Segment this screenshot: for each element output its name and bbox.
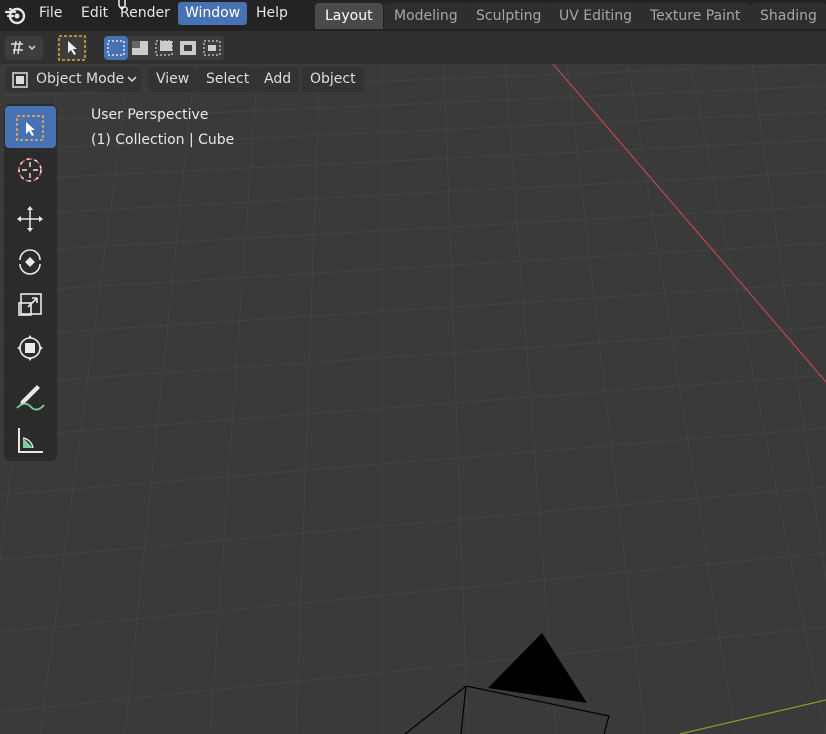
menu-window[interactable]: Window [178,2,248,25]
select-box-tool[interactable] [5,106,56,148]
move-icon [17,206,43,232]
annotate-icon [16,385,45,411]
tab-sculpting[interactable]: Sculpting [466,3,552,29]
selection-mode-icons [104,36,221,60]
measure-tool[interactable] [5,418,56,460]
editor-header-bar [0,31,826,64]
transform-tool[interactable] [5,326,56,368]
cursor-tool[interactable] [5,148,56,190]
tool-shelf [4,104,57,461]
camera-object[interactable] [404,633,610,734]
select-cursor-icon [58,35,86,61]
menu-file[interactable]: File [32,2,69,25]
annotate-tool[interactable] [5,375,56,417]
object-mode-dropdown[interactable]: Object Mode [6,67,141,92]
editor-type-selector[interactable] [5,36,43,60]
add-menu[interactable]: Add [256,67,300,92]
x-axis-line [552,64,826,383]
3d-cursor-icon [18,158,42,182]
y-axis-line [679,699,826,734]
selection-mode-group [104,36,224,60]
scale-tool[interactable] [5,283,56,325]
menu-edit[interactable]: Edit [74,2,115,25]
viewport-collection-label: (1) Collection | Cube [91,132,235,148]
scale-icon [18,293,42,316]
3d-viewport[interactable] [0,64,826,734]
transform-icon [17,335,43,361]
viewport-grid [0,64,826,734]
object-mode-icon [12,72,28,88]
tab-layout[interactable]: Layout [315,3,383,29]
move-tool[interactable] [5,197,56,239]
viewport-perspective-label: User Perspective [91,107,209,123]
rotate-icon [19,249,41,275]
blender-logo-icon[interactable] [4,4,28,26]
tab-uv-editing[interactable]: UV Editing [549,3,643,29]
tab-shading[interactable]: Shading [750,3,826,29]
tool-mode-button[interactable] [57,35,87,61]
select-box-icon [16,115,44,141]
tab-modeling[interactable]: Modeling [384,3,468,29]
object-mode-label: Object Mode [36,71,125,87]
rotate-tool[interactable] [5,240,56,282]
viewport-editor-icon [11,40,36,55]
select-menu[interactable]: Select [198,67,258,92]
menu-help[interactable]: Help [249,2,295,25]
mouse-cursor-icon [118,0,126,10]
view-menu[interactable]: View [148,67,198,92]
chevron-down-icon [127,76,137,83]
object-menu[interactable]: Object [302,67,364,92]
tab-texture-paint[interactable]: Texture Paint [640,3,751,29]
measure-icon [18,428,43,453]
